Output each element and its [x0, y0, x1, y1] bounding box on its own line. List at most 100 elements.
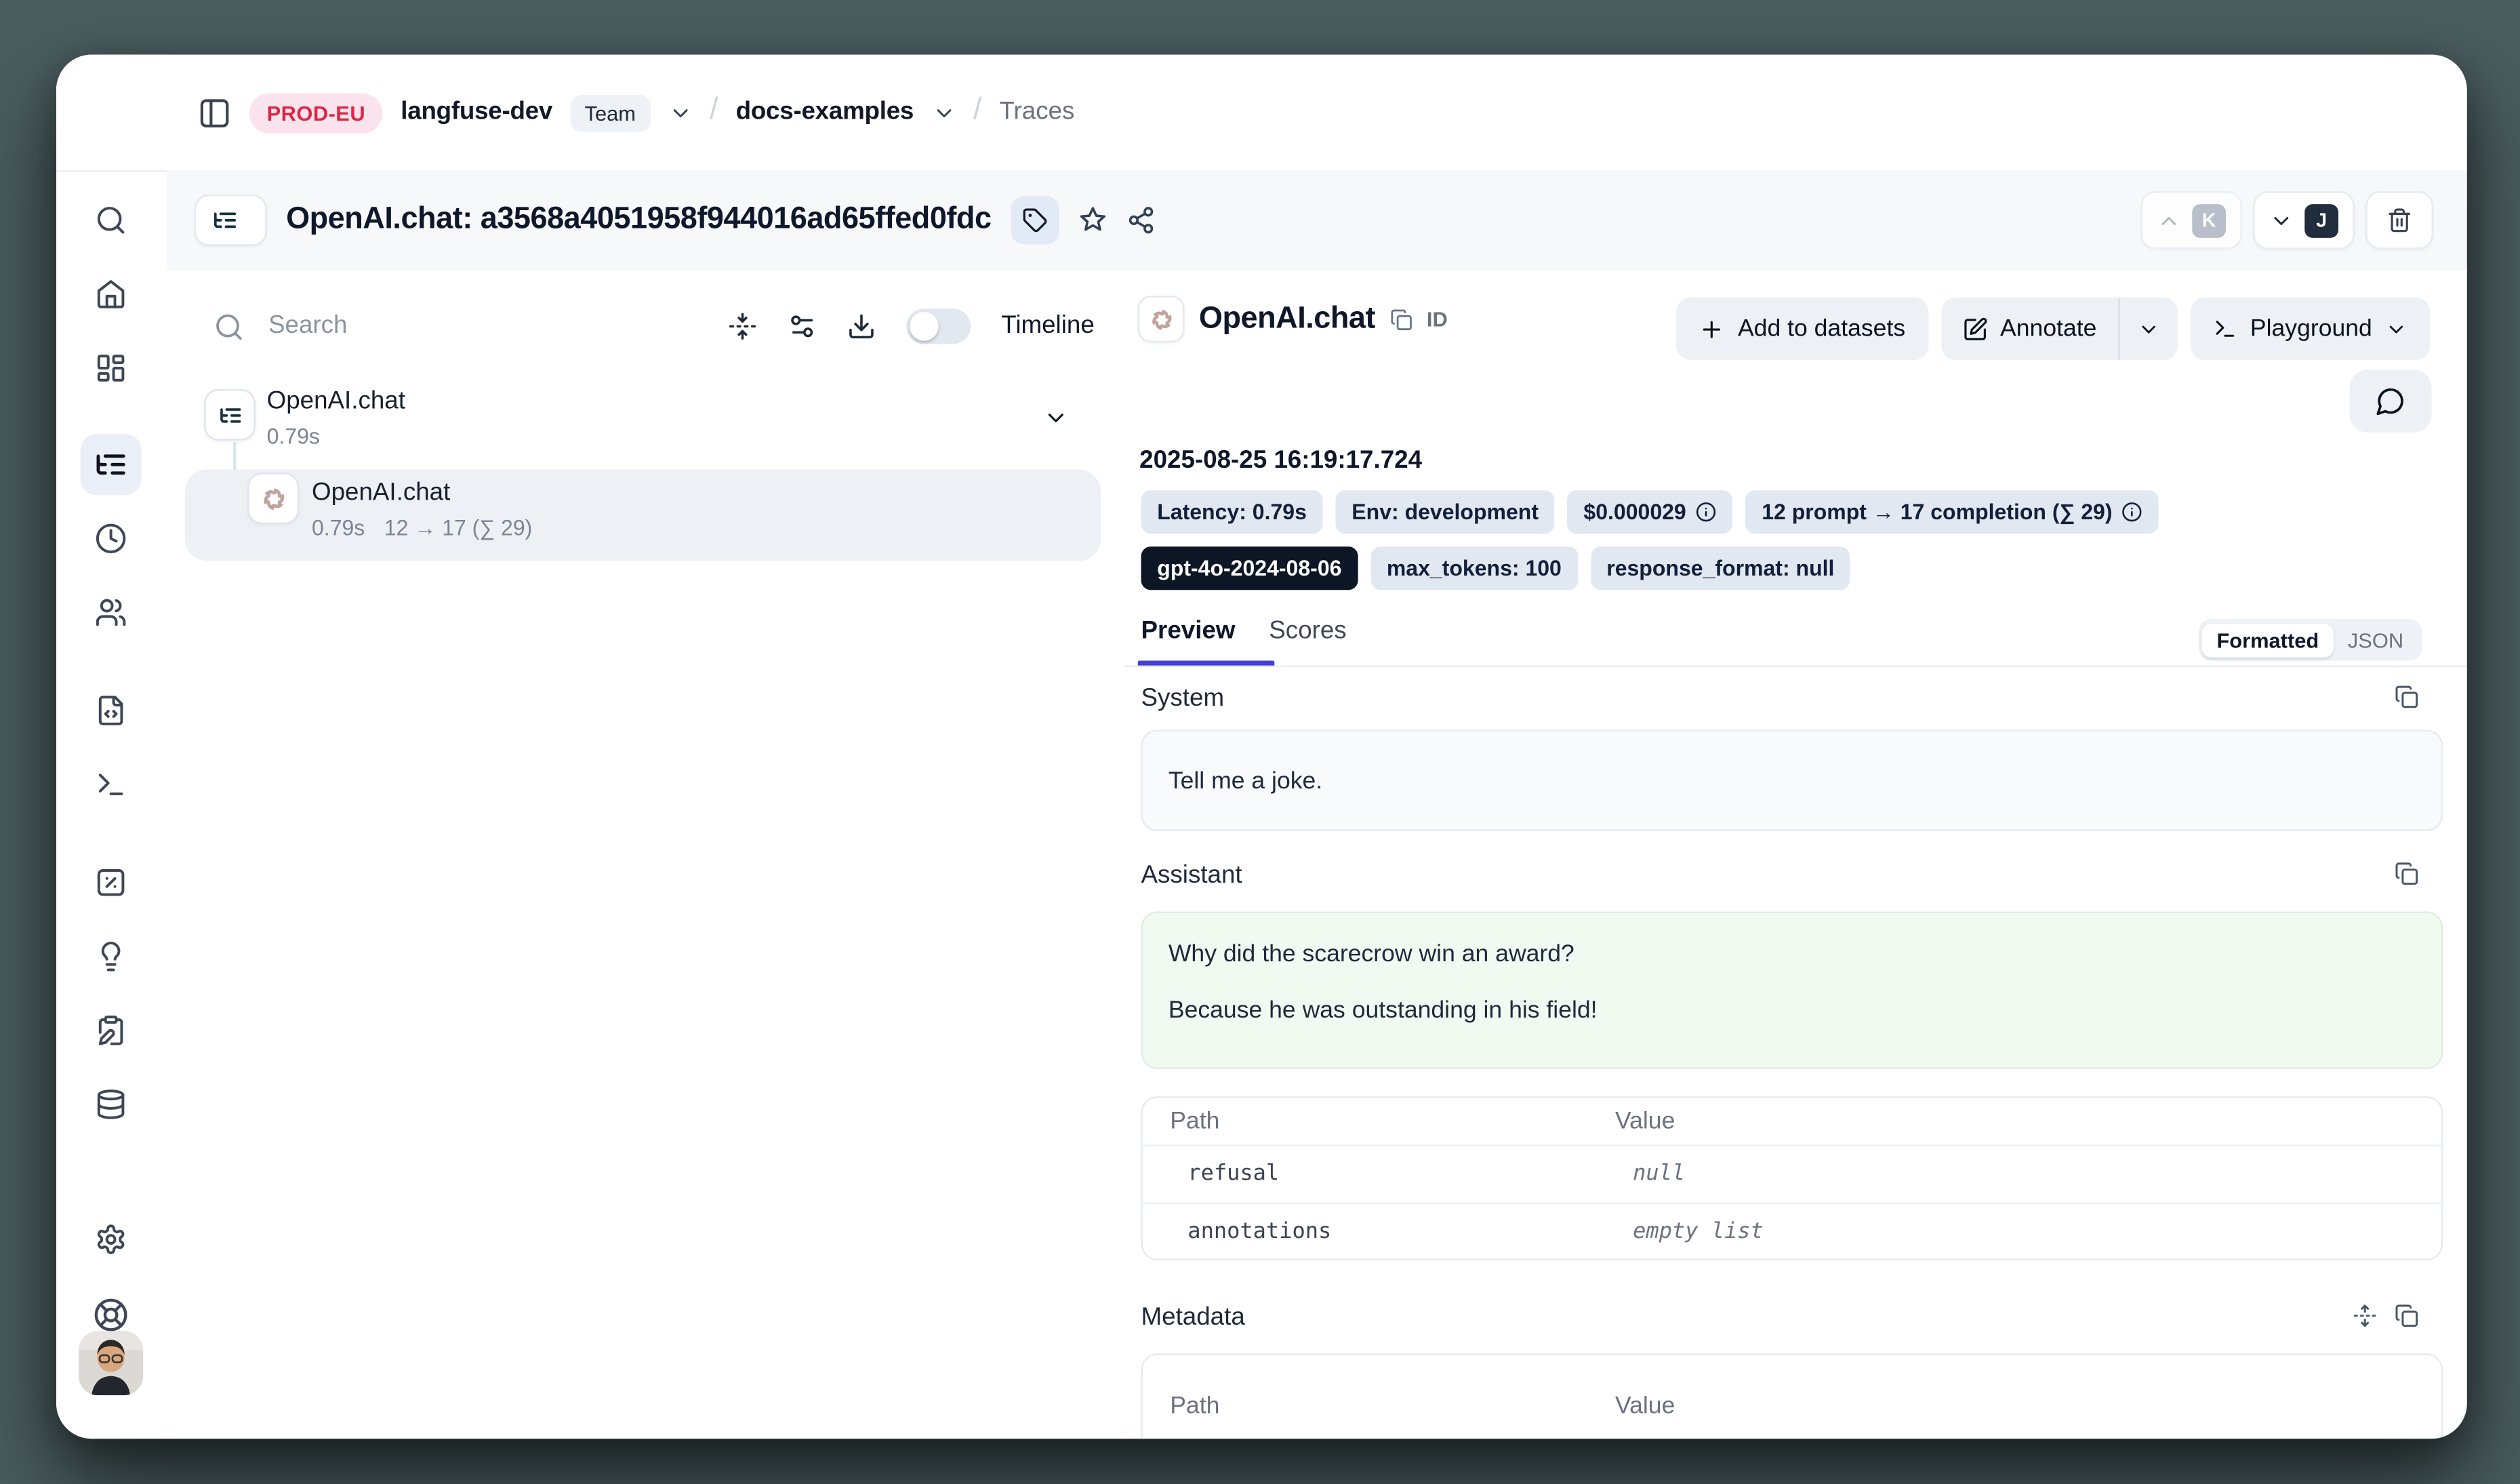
sidebar-toggle-icon[interactable]	[198, 96, 232, 129]
tree-root-row[interactable]: OpenAI.chat 0.79s	[204, 386, 1102, 469]
scores-percent-icon[interactable]	[95, 866, 127, 898]
table-row: annotations empty list	[1143, 1203, 2441, 1259]
tag-button[interactable]	[1011, 196, 1059, 244]
copy-id-button[interactable]	[1389, 308, 1412, 330]
breadcrumb-separator: /	[710, 94, 718, 129]
breadcrumb-section[interactable]: Traces	[999, 98, 1074, 127]
chevron-down-icon	[2269, 208, 2294, 233]
timeline-toggle[interactable]	[906, 308, 971, 344]
col-path: Path	[1143, 1108, 1615, 1135]
table-row: refusal null	[1143, 1146, 2441, 1203]
top-navigation: PROD-EU langfuse-dev Team / docs-example…	[56, 55, 2467, 172]
annotate-split-button: Annotate	[1940, 298, 2178, 360]
avatar[interactable]	[79, 1331, 143, 1395]
tree-root-duration: 0.79s	[267, 424, 320, 449]
list-tree-icon	[212, 207, 238, 233]
tree-child-duration: 0.79s	[312, 516, 365, 540]
format-formatted[interactable]: Formatted	[2202, 623, 2333, 657]
tag-icon	[1022, 207, 1048, 233]
latency-badge: Latency: 0.79s	[1141, 490, 1323, 534]
view-settings-button[interactable]	[788, 312, 817, 341]
format-json[interactable]: JSON	[2334, 623, 2418, 657]
copy-metadata-button[interactable]	[2395, 1304, 2419, 1328]
home-icon[interactable]	[95, 278, 127, 310]
openai-icon	[1148, 306, 1174, 332]
org-chevron-down-icon[interactable]	[668, 100, 692, 125]
comments-button[interactable]	[2350, 369, 2432, 432]
prev-trace-button[interactable]: K	[2140, 191, 2241, 249]
assistant-message-box: Why did the scarecrow win an award? Beca…	[1141, 911, 2443, 1068]
chevron-down-icon	[2385, 317, 2407, 340]
download-icon	[847, 312, 876, 341]
download-button[interactable]	[847, 312, 876, 341]
share-button[interactable]	[1126, 206, 1156, 235]
system-message-text: Tell me a joke.	[1168, 767, 1322, 794]
next-trace-button[interactable]: J	[2253, 191, 2354, 249]
collapse-all-button[interactable]	[728, 312, 757, 341]
dashboard-icon[interactable]	[95, 352, 127, 384]
tree-child-stats: 0.79s 12 → 17 (∑ 29)	[312, 516, 532, 540]
message-circle-icon	[2376, 386, 2406, 416]
star-button[interactable]	[1078, 206, 1107, 235]
trace-node-badge	[204, 389, 256, 441]
playground-label: Playground	[2250, 315, 2372, 342]
breadcrumb: PROD-EU langfuse-dev Team / docs-example…	[198, 55, 1075, 171]
max-tokens-badge: max_tokens: 100	[1370, 546, 1577, 590]
row-path: annotations	[1143, 1218, 1633, 1244]
breadcrumb-project[interactable]: docs-examples	[736, 98, 914, 127]
expand-metadata-button[interactable]	[2353, 1304, 2377, 1328]
list-tree-icon	[218, 403, 242, 427]
copy-assistant-button[interactable]	[2395, 862, 2419, 886]
add-to-datasets-label: Add to datasets	[1738, 315, 1905, 342]
openai-badge	[1138, 296, 1185, 342]
system-section-label: System	[1141, 685, 1225, 714]
env-badge[interactable]: PROD-EU	[249, 92, 384, 132]
sliders-icon	[788, 312, 817, 341]
annotate-button[interactable]: Annotate	[1940, 298, 2117, 360]
chevron-up-icon	[2157, 208, 2181, 233]
tab-scores[interactable]: Scores	[1269, 618, 1346, 662]
assistant-line-1: Why did the scarecrow win an award?	[1168, 940, 1574, 967]
info-icon	[2122, 502, 2143, 523]
settings-gear-icon[interactable]	[95, 1223, 127, 1255]
timestamp: 2025-08-25 16:19:17.724	[1139, 447, 1422, 476]
copy-icon	[2395, 862, 2419, 886]
breadcrumb-org[interactable]: langfuse-dev	[401, 98, 552, 127]
assistant-section-label: Assistant	[1141, 862, 1242, 891]
annotation-clipboard-icon[interactable]	[95, 1014, 127, 1046]
collapse-chevron-icon[interactable]	[1043, 405, 1069, 431]
playground-button[interactable]: Playground	[2191, 298, 2430, 360]
tracing-icon[interactable]	[94, 447, 128, 481]
prompts-file-code-icon[interactable]	[95, 694, 127, 726]
metrics-badges-row: Latency: 0.79s Env: development $0.00002…	[1141, 490, 2159, 534]
copy-system-button[interactable]	[2395, 685, 2419, 709]
playground-terminal-icon[interactable]	[95, 768, 127, 800]
search-input[interactable]	[265, 310, 561, 342]
openai-icon	[260, 485, 287, 512]
cost-badge[interactable]: $0.000029	[1568, 490, 1733, 534]
search-icon[interactable]	[95, 204, 127, 236]
row-value: null	[1633, 1161, 2441, 1187]
model-badge[interactable]: gpt-4o-2024-08-06	[1141, 546, 1358, 590]
delete-trace-button[interactable]	[2365, 191, 2433, 249]
annotate-dropdown-button[interactable]	[2120, 298, 2178, 360]
evals-lightbulb-icon[interactable]	[95, 940, 127, 972]
org-type-badge: Team	[570, 94, 650, 132]
divider	[1125, 664, 2467, 667]
project-chevron-down-icon[interactable]	[931, 100, 956, 125]
table-header: Path Value	[1143, 1098, 2441, 1146]
tab-preview[interactable]: Preview	[1141, 618, 1236, 662]
add-to-datasets-button[interactable]: Add to datasets	[1677, 298, 1928, 360]
breadcrumb-separator: /	[973, 94, 982, 129]
format-toggle: Formatted JSON	[2198, 619, 2422, 661]
id-label: ID	[1427, 307, 1448, 332]
sessions-clock-icon[interactable]	[95, 523, 127, 555]
terminal-icon	[2213, 317, 2237, 341]
users-icon[interactable]	[95, 597, 127, 628]
col-value: Value	[1615, 1108, 2441, 1135]
support-lifebuoy-icon[interactable]	[94, 1298, 129, 1333]
datasets-database-icon[interactable]	[95, 1088, 127, 1120]
stage: PROD-EU langfuse-dev Team / docs-example…	[0, 0, 2520, 1484]
tokens-badge[interactable]: 12 prompt → 17 completion (∑ 29)	[1745, 490, 2159, 534]
timeline-label: Timeline	[1001, 312, 1095, 341]
